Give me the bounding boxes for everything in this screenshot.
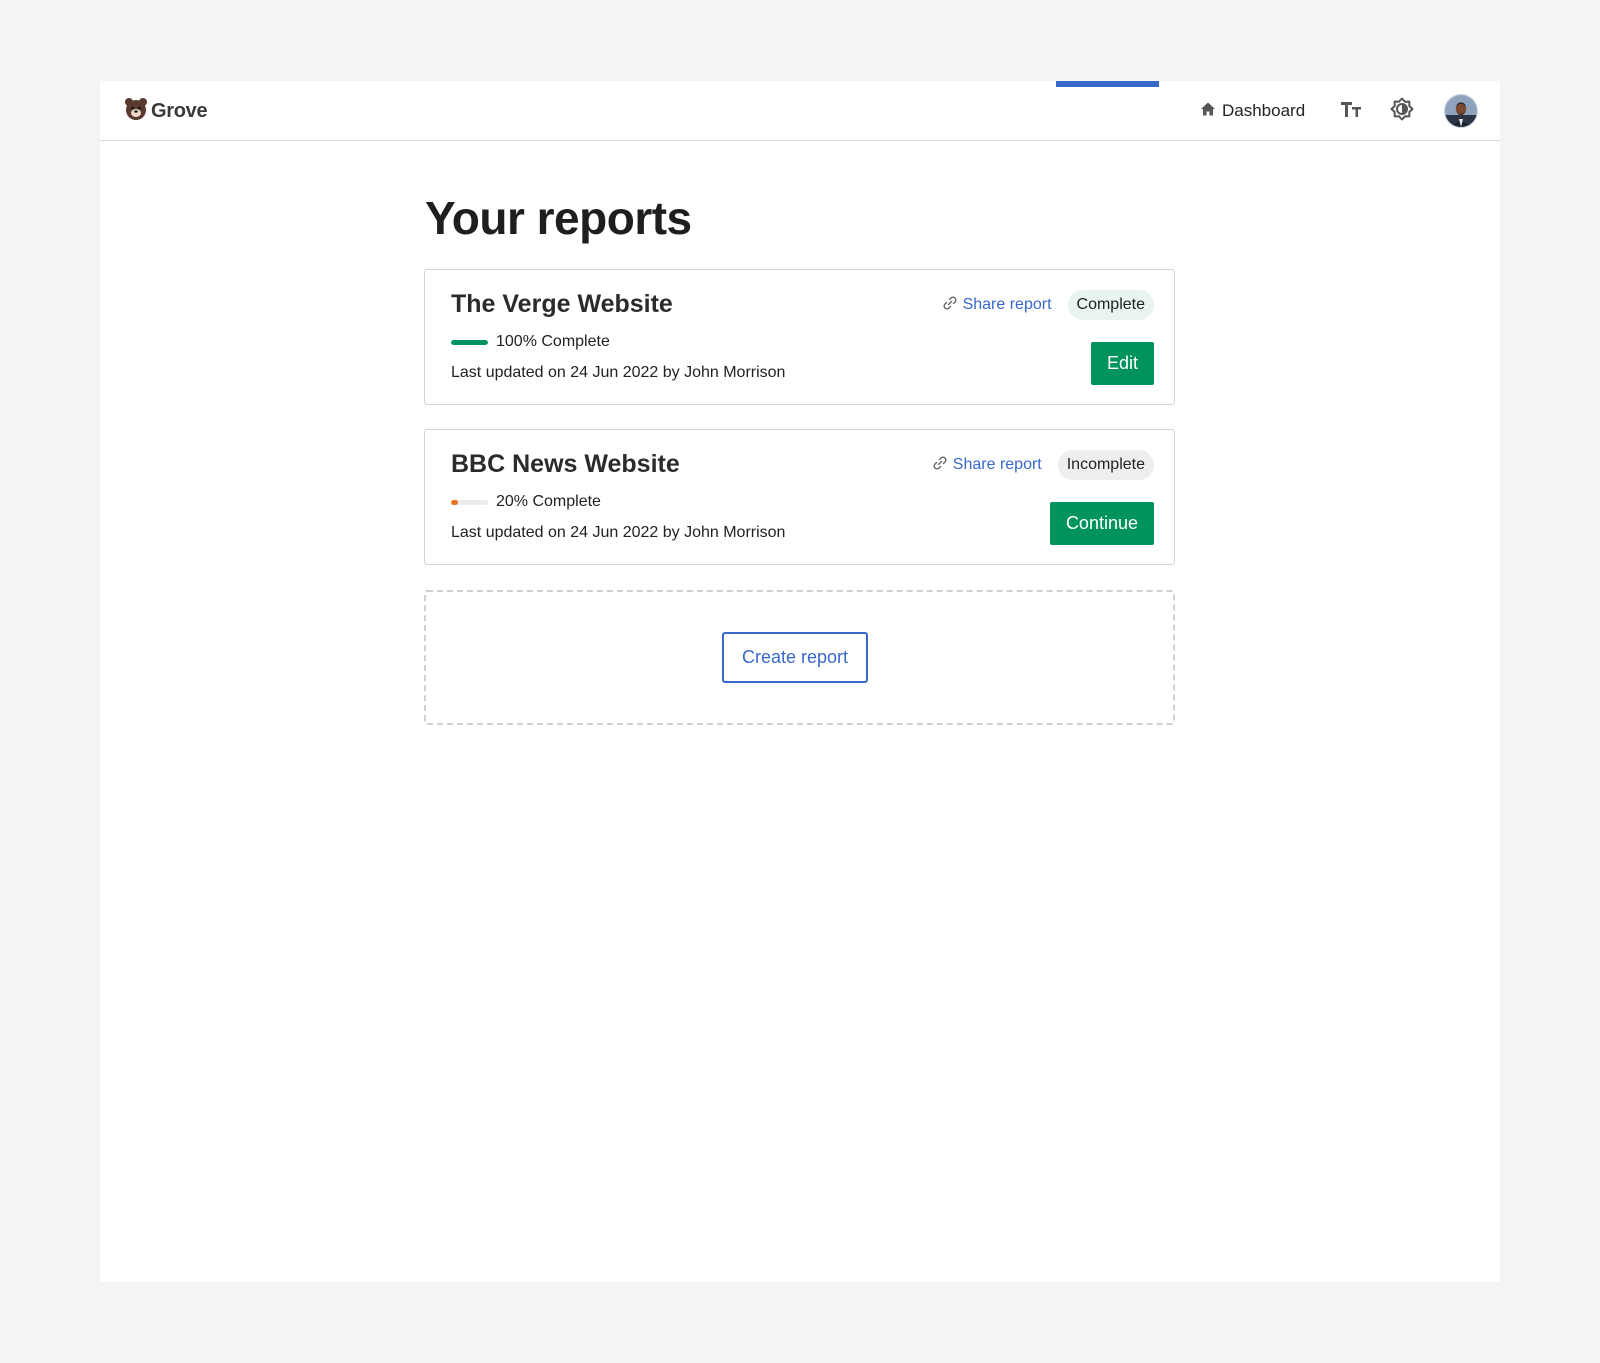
share-report-link[interactable]: Share report — [932, 455, 1042, 476]
share-report-label: Share report — [952, 456, 1042, 473]
report-actions: Share report Incomplete — [932, 450, 1154, 480]
report-title: BBC News Website — [451, 450, 680, 478]
progress-bar — [451, 499, 488, 505]
report-title: The Verge Website — [451, 290, 673, 318]
logo-text: Grove — [151, 99, 208, 122]
nav-dashboard-link[interactable]: Dashboard — [1200, 99, 1305, 123]
top-navigation-bar: Grove Dashboard — [100, 81, 1500, 141]
progress-bar — [451, 339, 488, 345]
home-icon — [1200, 101, 1216, 122]
app-window: Grove Dashboard Your reports The Verge W… — [100, 81, 1500, 1282]
text-size-icon — [1340, 99, 1362, 124]
share-report-link[interactable]: Share report — [942, 295, 1052, 316]
page-title: Your reports — [425, 192, 692, 244]
nav-dashboard-label: Dashboard — [1222, 101, 1306, 120]
bear-icon — [124, 97, 148, 126]
progress-fill — [451, 499, 459, 505]
status-badge: Complete — [1067, 290, 1154, 320]
edit-report-button[interactable]: Edit — [1090, 342, 1154, 385]
report-actions: Share report Complete — [942, 290, 1154, 320]
progress-label: 100% Complete — [496, 333, 610, 350]
create-report-button[interactable]: Create report — [722, 632, 868, 683]
text-size-button[interactable] — [1336, 96, 1366, 126]
report-progress: 20% Complete — [451, 492, 601, 512]
status-badge: Incomplete — [1057, 450, 1154, 480]
progress-label: 20% Complete — [496, 493, 601, 510]
share-report-label: Share report — [962, 296, 1052, 313]
app-logo[interactable]: Grove — [124, 97, 208, 126]
report-card: The Verge Website 100% Complete Last upd… — [424, 269, 1175, 405]
progress-fill — [451, 339, 488, 345]
last-updated-text: Last updated on 24 Jun 2022 by John Morr… — [451, 364, 786, 381]
create-report-area: Create report — [424, 590, 1175, 725]
last-updated-text: Last updated on 24 Jun 2022 by John Morr… — [451, 524, 786, 541]
report-card: BBC News Website 20% Complete Last updat… — [424, 429, 1175, 565]
theme-toggle-button[interactable] — [1387, 96, 1417, 126]
link-icon — [932, 455, 948, 476]
active-nav-indicator — [1056, 81, 1159, 87]
user-avatar[interactable] — [1444, 94, 1478, 128]
continue-report-button[interactable]: Continue — [1049, 502, 1154, 545]
brightness-icon — [1390, 97, 1414, 126]
report-progress: 100% Complete — [451, 332, 610, 352]
link-icon — [942, 295, 958, 316]
